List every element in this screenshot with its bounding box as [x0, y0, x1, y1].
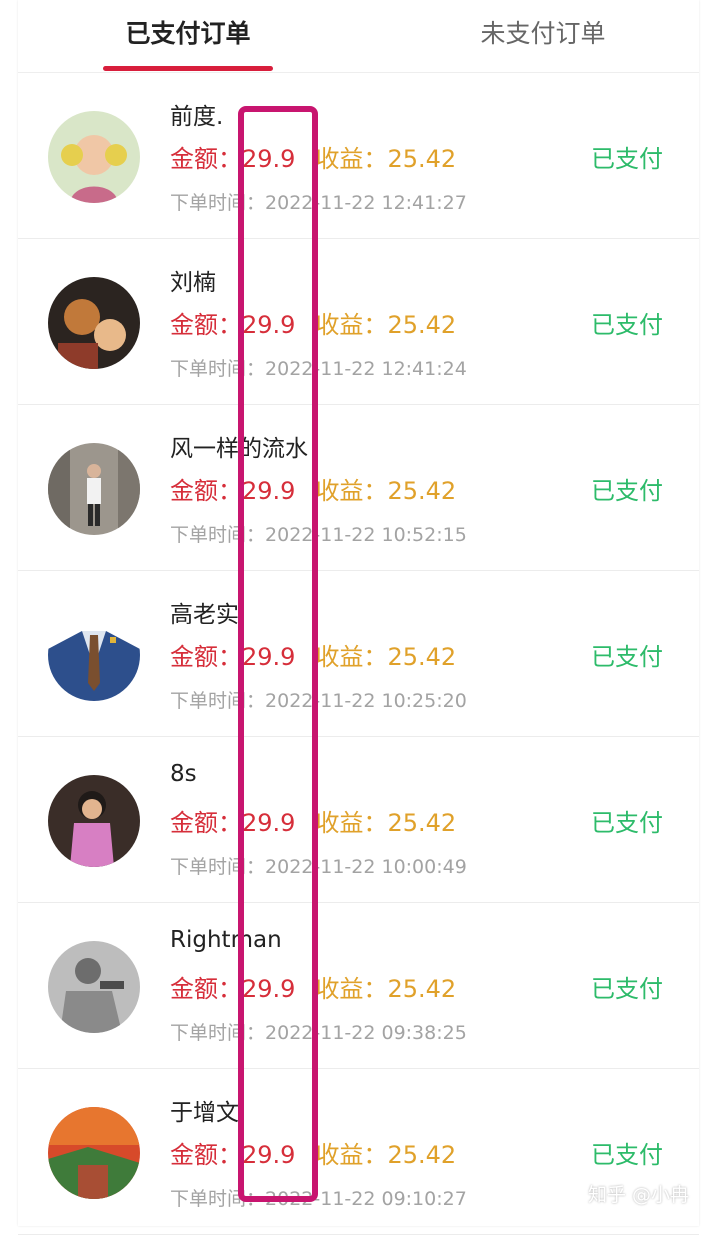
avatar [48, 277, 140, 369]
avatar [48, 1107, 140, 1199]
income-value: 25.42 [387, 145, 457, 173]
status-badge: 已支付 [591, 643, 663, 671]
income-value: 25.42 [387, 311, 457, 339]
customer-name: 高老实 [170, 602, 239, 628]
order-item[interactable]: 风一样的流水 金额：29.9 收益：25.42 下单时间：2022-11-22 1… [18, 405, 699, 571]
suit-and-tie-avatar-icon [48, 609, 140, 701]
customer-name: 前度. [170, 104, 224, 130]
order-time-row: 下单时间：2022-11-22 10:00:49 [170, 852, 467, 879]
avatar [48, 111, 140, 203]
income-label: 收益： [315, 477, 388, 505]
status-badge: 已支付 [591, 311, 663, 339]
income-label: 收益： [315, 311, 388, 339]
customer-name: 于增文 [170, 1100, 239, 1126]
income-label: 收益： [315, 809, 388, 837]
orders-panel: 已支付订单 未支付订单 前度. 金额：29.9 收益：25.42 下单时间：202… [18, 0, 699, 1235]
amount-label: 金额： [170, 311, 242, 339]
income-label: 收益： [315, 1141, 388, 1169]
order-item[interactable]: 前度. 金额：29.9 收益：25.42 下单时间：2022-11-22 12:4… [18, 73, 699, 239]
active-tab-indicator [103, 66, 273, 71]
avatar [48, 941, 140, 1033]
status-badge: 已支付 [591, 809, 663, 837]
avatar [48, 443, 140, 535]
income-value: 25.42 [387, 477, 457, 505]
status-badge: 已支付 [591, 477, 663, 505]
status-badge: 已支付 [591, 1141, 663, 1169]
amount-label: 金额： [170, 477, 242, 505]
income-label: 收益： [315, 975, 388, 1003]
order-time-row: 下单时间：2022-11-22 09:38:25 [170, 1018, 467, 1045]
income-value: 25.42 [387, 975, 457, 1003]
order-time-row: 下单时间：2022-11-22 10:52:15 [170, 520, 467, 547]
child-earmuffs-avatar-icon [48, 111, 140, 203]
customer-name: 8s [170, 761, 197, 787]
amount-label: 金额： [170, 975, 242, 1003]
tab-unpaid-orders[interactable]: 未支付订单 [443, 14, 643, 54]
order-item[interactable]: Rightman 金额：29.9 收益：25.42 下单时间：2022-11-22… [18, 903, 699, 1069]
status-badge: 已支付 [591, 975, 663, 1003]
income-value: 25.42 [387, 643, 457, 671]
garden-scenery-avatar-icon [48, 1107, 140, 1199]
order-item[interactable]: 刘楠 金额：29.9 收益：25.42 下单时间：2022-11-22 12:41… [18, 239, 699, 405]
income-value: 25.42 [387, 809, 457, 837]
amount-label: 金额： [170, 1141, 242, 1169]
cartoon-figures-avatar-icon [48, 277, 140, 369]
order-item[interactable]: 高老实 金额：29.9 收益：25.42 下单时间：2022-11-22 10:2… [18, 571, 699, 737]
order-list: 前度. 金额：29.9 收益：25.42 下单时间：2022-11-22 12:4… [18, 73, 699, 1235]
amount-label: 金额： [170, 145, 242, 173]
order-time-row: 下单时间：2022-11-22 12:41:27 [170, 188, 467, 215]
customer-name: 刘楠 [170, 270, 216, 296]
person-in-building-avatar-icon [48, 443, 140, 535]
tab-paid-orders[interactable]: 已支付订单 [103, 14, 273, 54]
order-time-row: 下单时间：2022-11-22 10:25:20 [170, 686, 467, 713]
order-time-row: 下单时间：2022-11-22 12:41:24 [170, 354, 467, 381]
income-label: 收益： [315, 643, 388, 671]
status-badge: 已支付 [591, 145, 663, 173]
order-item[interactable]: 于增文 金额：29.9 收益：25.42 下单时间：2022-11-22 09:1… [18, 1069, 699, 1235]
order-tabs: 已支付订单 未支付订单 [18, 0, 699, 73]
order-item[interactable]: 8s 金额：29.9 收益：25.42 下单时间：2022-11-22 10:00… [18, 737, 699, 903]
amount-label: 金额： [170, 643, 242, 671]
avatar [48, 609, 140, 701]
watermark: 知乎 @小冉 [588, 1184, 690, 1206]
avatar [48, 775, 140, 867]
amount-highlight-box [238, 106, 318, 1202]
grayscale-portrait-avatar-icon [48, 941, 140, 1033]
amount-label: 金额： [170, 809, 242, 837]
income-value: 25.42 [387, 1141, 457, 1169]
order-time-row: 下单时间：2022-11-22 09:10:27 [170, 1184, 467, 1211]
income-label: 收益： [315, 145, 388, 173]
child-in-pink-avatar-icon [48, 775, 140, 867]
